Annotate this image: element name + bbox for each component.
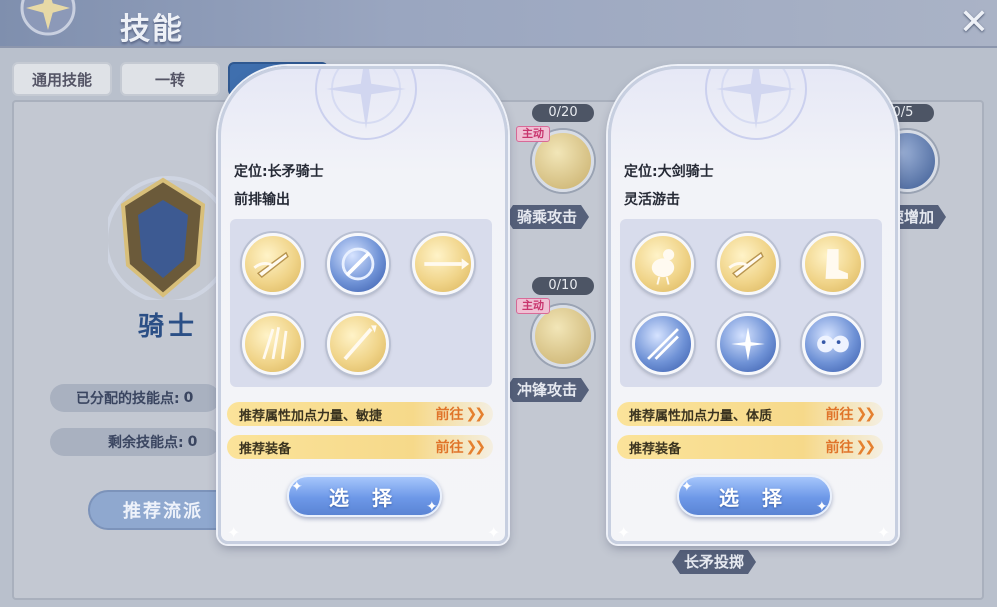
chocobo-mount-icon[interactable]	[632, 233, 694, 295]
compass-deco-icon	[315, 69, 417, 140]
goto-label: 前往	[435, 407, 464, 423]
sparkle-icon: ✦	[291, 479, 303, 495]
build-card-lancer: 定位:长矛骑士 前排输出 推荐属性加点力量、敏捷 前往 ❯❯ 推荐装备 前往 ❯…	[218, 66, 508, 544]
double-chevron-right-icon: ❯❯	[465, 406, 487, 422]
corner-star-icon: ✦	[487, 523, 501, 542]
lance-charge-icon[interactable]	[242, 233, 304, 295]
skill-icons-box	[620, 219, 882, 387]
skill-name-label: 冲锋攻击	[505, 378, 589, 402]
compass-deco-icon	[705, 69, 807, 140]
remaining-points-row: 剩余技能点: 0	[50, 428, 220, 456]
recommended-attributes-text: 推荐属性加点力量、敏捷	[239, 408, 383, 424]
boot-icon[interactable]	[802, 233, 864, 295]
skill-name-label: 长矛投掷	[672, 550, 756, 574]
recommended-equipment-text: 推荐装备	[629, 441, 682, 457]
card-description: 前排输出	[234, 192, 290, 208]
select-button[interactable]: 选 择	[287, 475, 442, 517]
card-description: 灵活游击	[624, 192, 680, 208]
active-tag: 主动	[516, 126, 550, 142]
recommended-equipment-text: 推荐装备	[239, 441, 292, 457]
lance-charge-icon[interactable]	[717, 233, 779, 295]
double-chevron-right-icon: ❯❯	[855, 406, 877, 422]
recommended-equipment-bar[interactable]: 推荐装备 前往 ❯❯	[617, 435, 883, 459]
select-button[interactable]: 选 择	[677, 475, 832, 517]
header-bar: 技能 ✕	[0, 0, 997, 48]
goto-link[interactable]: 前往 ❯❯	[435, 404, 487, 424]
sparkle-icon: ✦	[426, 499, 438, 515]
card-role: 定位:长矛骑士	[234, 164, 324, 180]
goto-label: 前往	[825, 440, 854, 456]
goto-link[interactable]: 前往 ❯❯	[825, 404, 877, 424]
sword-slash-icon[interactable]	[632, 313, 694, 375]
corner-star-icon: ✦	[617, 523, 631, 542]
corner-star-icon: ✦	[877, 523, 891, 542]
remaining-points-label: 剩余技能点:	[108, 435, 184, 451]
tab-first-job[interactable]: 一转	[120, 62, 220, 96]
goto-label: 前往	[435, 440, 464, 456]
recommended-attributes-bar[interactable]: 推荐属性加点力量、体质 前往 ❯❯	[617, 402, 883, 426]
allocated-points-row: 已分配的技能点: 0	[50, 384, 220, 412]
recommended-attributes-bar[interactable]: 推荐属性加点力量、敏捷 前往 ❯❯	[227, 402, 493, 426]
card-role: 定位:大剑骑士	[624, 164, 714, 180]
recommended-equipment-bar[interactable]: 推荐装备 前往 ❯❯	[227, 435, 493, 459]
spinning-lance-icon[interactable]	[327, 233, 389, 295]
build-card-greatsword: 定位:大剑骑士 灵活游击 推荐属性加点力量、体质 前往 ❯❯ 推荐装备 前往 ❯…	[608, 66, 898, 544]
active-tag: 主动	[516, 298, 550, 314]
goto-link[interactable]: 前往 ❯❯	[435, 437, 487, 457]
skill-name-label: 骑乘攻击	[505, 205, 589, 229]
page-title: 技能	[120, 12, 184, 47]
double-chevron-right-icon: ❯❯	[855, 439, 877, 455]
compass-emblem-icon	[20, 0, 76, 36]
goto-link[interactable]: 前往 ❯❯	[825, 437, 877, 457]
sparkle-icon: ✦	[816, 499, 828, 515]
lance-throw-icon[interactable]	[412, 233, 474, 295]
class-name: 骑士	[138, 312, 199, 342]
skill-icons-box	[230, 219, 492, 387]
skull-orbs-icon[interactable]	[802, 313, 864, 375]
blade-burst-icon[interactable]	[717, 313, 779, 375]
allocated-points-label: 已分配的技能点:	[76, 391, 180, 407]
charge-attack-skill[interactable]	[532, 305, 594, 367]
triple-spear-icon[interactable]	[242, 313, 304, 375]
sparkle-icon: ✦	[681, 479, 693, 495]
goto-label: 前往	[825, 407, 854, 423]
close-icon[interactable]: ✕	[955, 4, 993, 42]
spear-barrage-icon[interactable]	[327, 313, 389, 375]
skill-level-count: 0/10	[532, 277, 594, 295]
recommended-attributes-text: 推荐属性加点力量、体质	[629, 408, 773, 424]
tab-general-skills[interactable]: 通用技能	[12, 62, 112, 96]
corner-star-icon: ✦	[227, 523, 241, 542]
double-chevron-right-icon: ❯❯	[465, 439, 487, 455]
allocated-points-value: 0	[183, 390, 194, 406]
recommend-build-button[interactable]: 推荐流派	[88, 490, 238, 530]
remaining-points-value: 0	[187, 434, 198, 450]
knight-crest-icon	[108, 176, 218, 300]
skill-level-count: 0/20	[532, 104, 594, 122]
